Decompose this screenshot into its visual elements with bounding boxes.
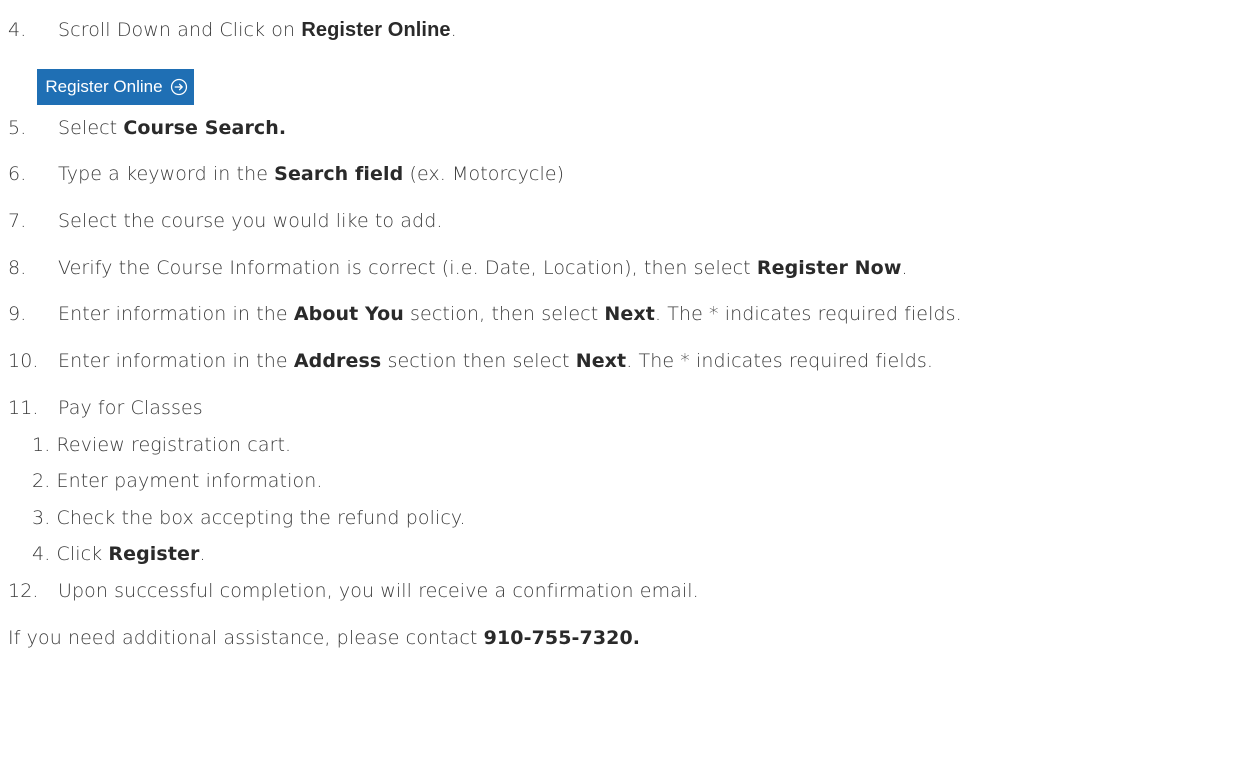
step-number: 9.: [8, 303, 27, 325]
step-suffix: .: [901, 257, 908, 279]
circle-arrow-right-icon: [170, 78, 187, 96]
step-number: 10.: [8, 350, 39, 372]
substep-text: 3. Check the box accepting the refund po…: [32, 507, 466, 529]
register-online-label: Register Online: [45, 77, 163, 96]
pay-substep-1: 1. Review registration cart.: [32, 433, 291, 457]
step-number: 7.: [8, 210, 27, 232]
step-text: Enter information in the: [58, 303, 294, 325]
step-emphasis-2: Next: [575, 350, 627, 372]
step-suffix: . The * indicates required fields.: [626, 350, 934, 372]
step-suffix: .: [450, 19, 457, 41]
step-8: 8. Verify the Course Information is corre…: [8, 256, 908, 280]
step-text: Upon successful completion, you will rec…: [58, 580, 699, 602]
step-12: 12. Upon successful completion, you will …: [8, 579, 699, 603]
step-text: Type a keyword in the: [58, 163, 275, 185]
step-9: 9. Enter information in the About You sec…: [8, 302, 962, 326]
step-suffix: (ex. Motorcycle): [403, 163, 565, 185]
substep-text: 1. Review registration cart.: [32, 434, 292, 456]
step-emphasis: Course Search.: [123, 117, 287, 139]
step-7: 7. Select the course you would like to ad…: [8, 209, 443, 233]
step-text: Select the course you would like to add.: [58, 210, 443, 232]
step-suffix: . The * indicates required fields.: [654, 303, 962, 325]
step-number: 8.: [8, 257, 27, 279]
substep-text: 2. Enter payment information.: [32, 470, 323, 492]
substep-suffix: .: [199, 543, 206, 565]
step-10: 10. Enter information in the Address sect…: [8, 349, 933, 373]
pay-substep-2: 2. Enter payment information.: [32, 469, 322, 493]
step-5: 5. Select Course Search.: [8, 116, 286, 140]
step-number: 6.: [8, 163, 27, 185]
step-6: 6. Type a keyword in the Search field (ex…: [8, 162, 564, 186]
step-emphasis-2: Next: [604, 303, 655, 325]
pay-substep-3: 3. Check the box accepting the refund po…: [32, 506, 466, 530]
step-text: Verify the Course Information is correct…: [58, 257, 757, 279]
contact-phone: 910-755-7320.: [483, 627, 641, 649]
step-text: Pay for Classes: [58, 397, 203, 419]
step-4: 4. Scroll Down and Click on Register Onli…: [8, 18, 457, 42]
step-text: Scroll Down and Click on: [58, 19, 302, 41]
register-online-button[interactable]: Register Online: [37, 69, 194, 105]
step-emphasis: Search field: [274, 163, 404, 185]
substep-text: 4. Click: [32, 543, 109, 565]
step-emphasis: About You: [293, 303, 404, 325]
step-number: 11.: [8, 397, 39, 419]
substep-emphasis: Register: [108, 543, 200, 565]
step-text-middle: section then select: [381, 350, 576, 372]
assistance-note: If you need additional assistance, pleas…: [8, 626, 640, 650]
step-emphasis: Register Now: [756, 257, 902, 279]
step-number: 5.: [8, 117, 27, 139]
step-emphasis: Register Online: [301, 19, 451, 41]
pay-substep-4: 4. Click Register.: [32, 542, 206, 566]
step-text: Select: [58, 117, 124, 139]
step-text: Enter information in the: [58, 350, 294, 372]
step-number: 12.: [8, 580, 39, 602]
step-11: 11. Pay for Classes: [8, 396, 203, 420]
step-text-middle: section, then select: [403, 303, 605, 325]
assistance-text: If you need additional assistance, pleas…: [8, 627, 484, 649]
step-emphasis: Address: [293, 350, 382, 372]
step-number: 4.: [8, 19, 27, 41]
